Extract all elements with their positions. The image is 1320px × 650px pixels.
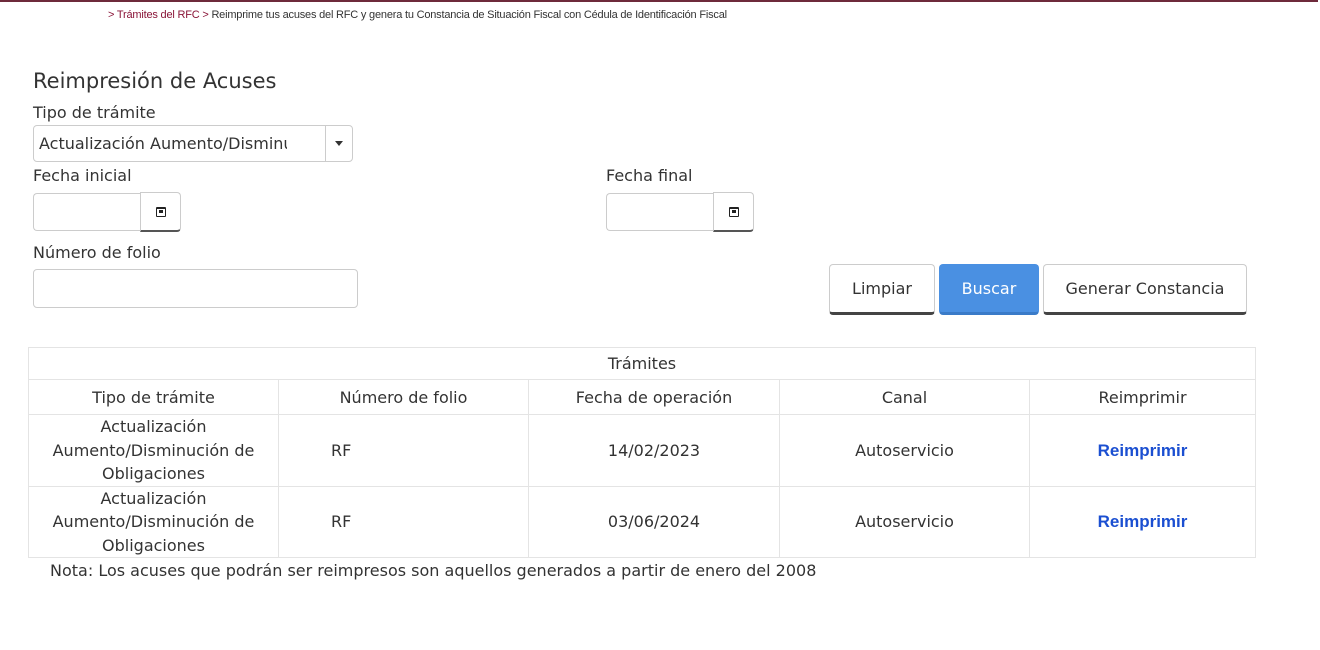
table-header-row: Tipo de trámite Número de folio Fecha de… — [28, 379, 1256, 415]
numero-folio-label: Número de folio — [33, 243, 161, 262]
breadcrumb-link-tramites[interactable]: Trámites del RFC — [117, 9, 200, 21]
breadcrumb-current: Reimprime tus acuses del RFC y genera tu… — [211, 9, 727, 21]
note-text: Nota: Los acuses que podrán ser reimpres… — [50, 561, 817, 580]
cell-reimprimir: Reimprimir — [1029, 414, 1256, 487]
column-header-folio: Número de folio — [278, 379, 529, 415]
cell-folio: RF — [278, 414, 529, 487]
column-header-reimprimir: Reimprimir — [1029, 379, 1256, 415]
cell-folio: RF — [278, 485, 529, 558]
fecha-final-input[interactable] — [606, 193, 714, 231]
table-caption-row: Trámites — [28, 347, 1256, 380]
limpiar-button[interactable]: Limpiar — [829, 264, 935, 315]
cell-fecha: 03/06/2024 — [528, 485, 780, 558]
table-row: Actualización Aumento/Disminución de Obl… — [28, 485, 1256, 558]
fecha-final-label: Fecha final — [606, 166, 693, 185]
generar-constancia-button[interactable]: Generar Constancia — [1043, 264, 1247, 315]
page: > Trámites del RFC > Reimprime tus acuse… — [0, 0, 1320, 650]
tipo-tramite-select[interactable]: Actualización Aumento/Disminución de Obl… — [33, 125, 353, 162]
calendar-icon — [155, 206, 166, 217]
buscar-button[interactable]: Buscar — [939, 264, 1039, 315]
fecha-inicial-input[interactable] — [33, 193, 141, 231]
cell-tipo: Actualización Aumento/Disminución de Obl… — [28, 485, 279, 558]
reimprimir-link[interactable]: Reimprimir — [1098, 512, 1188, 531]
cell-tipo: Actualización Aumento/Disminución de Obl… — [28, 414, 279, 487]
numero-folio-input[interactable] — [33, 269, 358, 308]
page-title: Reimpresión de Acuses — [33, 69, 277, 93]
dropdown-caret[interactable] — [325, 126, 352, 161]
breadcrumb-separator: > — [108, 9, 115, 21]
fecha-final-calendar-button[interactable] — [713, 192, 754, 232]
column-header-canal: Canal — [779, 379, 1030, 415]
caret-down-icon — [335, 141, 343, 146]
cell-fecha: 14/02/2023 — [528, 414, 780, 487]
calendar-icon — [728, 206, 739, 217]
breadcrumb: > Trámites del RFC > Reimprime tus acuse… — [108, 9, 727, 21]
column-header-tipo: Tipo de trámite — [28, 379, 279, 415]
reimprimir-link[interactable]: Reimprimir — [1098, 441, 1188, 460]
fecha-inicial-calendar-button[interactable] — [140, 192, 181, 232]
table-row: Actualización Aumento/Disminución de Obl… — [28, 414, 1256, 487]
tipo-tramite-label: Tipo de trámite — [33, 103, 156, 122]
table-caption: Trámites — [28, 347, 1256, 380]
column-header-fecha: Fecha de operación — [528, 379, 780, 415]
cell-canal: Autoservicio — [779, 414, 1030, 487]
breadcrumb-separator: > — [202, 9, 209, 21]
fecha-inicial-label: Fecha inicial — [33, 166, 132, 185]
tramites-table: Trámites Tipo de trámite Número de folio… — [28, 347, 1256, 558]
tipo-tramite-selected-value: Actualización Aumento/Disminución de Obl… — [39, 134, 287, 153]
cell-reimprimir: Reimprimir — [1029, 485, 1256, 558]
top-border — [0, 0, 1318, 2]
cell-canal: Autoservicio — [779, 485, 1030, 558]
